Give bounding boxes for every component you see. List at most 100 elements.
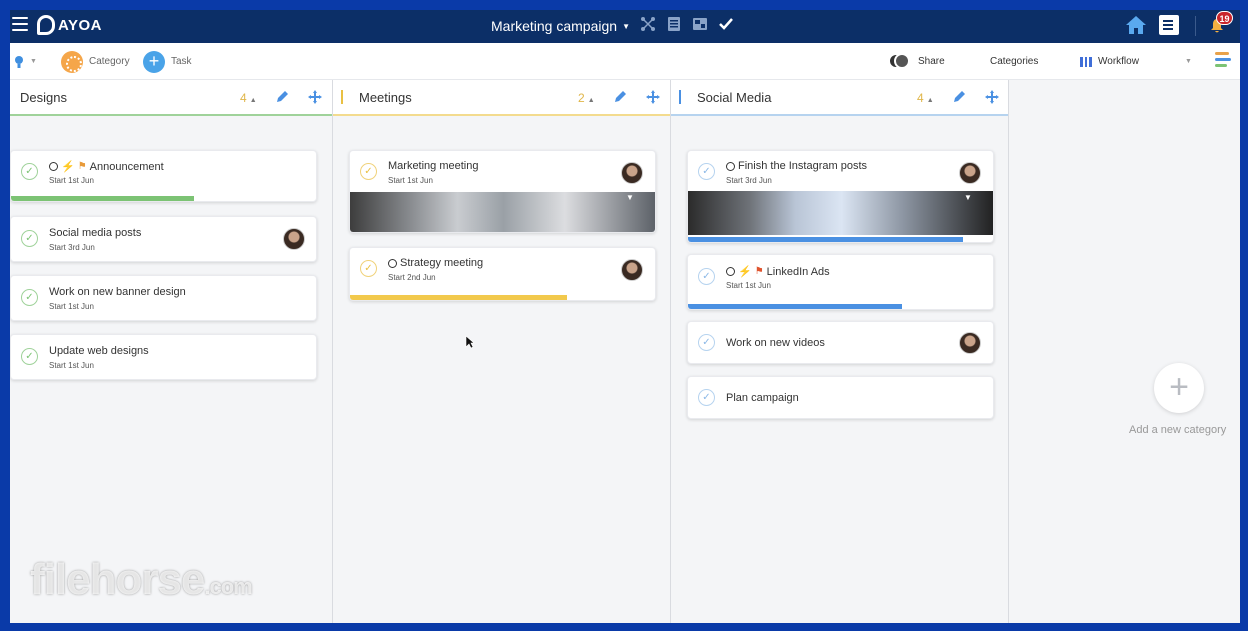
task-cover-image [688, 191, 993, 235]
column-count[interactable]: 4 ▲ [240, 91, 257, 105]
logo[interactable]: AYOA [37, 15, 102, 35]
workflow-label: Workflow [1098, 56, 1139, 67]
task-start-date: Start 1st Jun [388, 176, 433, 185]
column-title[interactable]: Social Media [697, 90, 771, 105]
checkmark-icon[interactable]: ✓ [698, 389, 715, 406]
add-task-button[interactable]: + Task [143, 43, 192, 80]
task-card[interactable]: ✓ Social media posts Start 3rd Jun [10, 216, 317, 262]
add-category-button[interactable]: + [1154, 363, 1204, 413]
divider [1195, 16, 1196, 36]
checklist-icon[interactable] [1159, 15, 1179, 35]
board-title-dropdown[interactable]: Marketing campaign ▼ [491, 18, 630, 34]
toolbar: ▼ Category + Task Share Categories Workf… [10, 43, 1240, 80]
task-card[interactable]: ✓ Work on new banner design Start 1st Ju… [10, 275, 317, 321]
task-title: Strategy meeting [388, 257, 483, 269]
column-title[interactable]: Designs [20, 90, 67, 105]
notification-badge[interactable]: 19 [1216, 11, 1233, 25]
avatar[interactable] [283, 228, 305, 250]
task-start-date: Start 3rd Jun [726, 176, 772, 185]
mindmap-icon[interactable] [640, 16, 656, 32]
canvas-icon[interactable] [692, 16, 708, 32]
checkmark-icon[interactable]: ✓ [21, 230, 38, 247]
task-title: Update web designs [49, 345, 149, 357]
task-progress-bar [350, 295, 567, 300]
add-category-label: Add a new category [1129, 424, 1227, 436]
task-card[interactable]: ✓ Strategy meeting Start 2nd Jun [349, 247, 656, 301]
checkmark-icon[interactable]: ✓ [698, 163, 715, 180]
avatar[interactable] [959, 162, 981, 184]
checkmark-icon[interactable]: ✓ [360, 163, 377, 180]
task-start-date: Start 3rd Jun [49, 243, 95, 252]
task-title: Work on new banner design [49, 286, 186, 298]
task-start-date: Start 1st Jun [49, 361, 94, 370]
repeat-icon [388, 258, 397, 268]
task-start-date: Start 1st Jun [49, 302, 94, 311]
task-title: ⚡ ⚑ LinkedIn Ads [726, 265, 830, 278]
categories-button[interactable]: Categories [990, 43, 1038, 80]
task-progress-bar [688, 304, 902, 309]
logo-icon [37, 15, 55, 35]
avatar[interactable] [959, 332, 981, 354]
share-button[interactable]: Share [888, 43, 945, 80]
column-divider [332, 80, 333, 623]
checkmark-icon[interactable]: ✓ [21, 348, 38, 365]
avatar[interactable] [621, 259, 643, 281]
checkmark-icon[interactable]: ✓ [698, 268, 715, 285]
chevron-down-icon[interactable]: ▼ [626, 193, 634, 202]
column-divider [670, 80, 671, 623]
task-cover-image [350, 192, 655, 232]
column-count[interactable]: 4 ▲ [917, 91, 934, 105]
chevron-down-icon[interactable]: ▼ [964, 193, 972, 202]
bolt-icon: ⚡ [738, 266, 752, 278]
checkmark-icon[interactable]: ✓ [360, 260, 377, 277]
task-card[interactable]: ✓ ⚡ ⚑ Announcement Start 1st Jun [10, 150, 317, 202]
pencil-icon[interactable] [275, 90, 289, 104]
category-label: Category [89, 56, 130, 67]
plus-icon: + [143, 50, 165, 73]
move-icon[interactable] [645, 89, 661, 105]
pencil-icon[interactable] [613, 90, 627, 104]
share-label: Share [918, 56, 945, 67]
task-label: Task [171, 56, 192, 67]
repeat-icon [726, 267, 735, 276]
task-title: Marketing meeting [388, 160, 479, 172]
task-card[interactable]: ✓ Update web designs Start 1st Jun [10, 334, 317, 380]
avatar[interactable] [621, 162, 643, 184]
top-bar: AYOA Marketing campaign ▼ 19 [10, 10, 1240, 43]
task-title: Work on new videos [726, 337, 825, 349]
task-card[interactable]: ✓ Finish the Instagram posts Start 3rd J… [687, 150, 994, 243]
tasks-icon[interactable] [718, 16, 734, 32]
column-count[interactable]: 2 ▲ [578, 91, 595, 105]
add-category-button[interactable]: Category [61, 43, 130, 80]
view-switcher [640, 16, 734, 32]
column-title[interactable]: Meetings [359, 90, 412, 105]
lightbulb-icon [15, 55, 23, 68]
checkmark-icon[interactable]: ✓ [21, 289, 38, 306]
chevron-down-icon: ▼ [1184, 58, 1192, 65]
menu-icon[interactable] [12, 17, 28, 31]
task-progress-bar [11, 196, 194, 201]
task-card[interactable]: ✓ Work on new videos [687, 321, 994, 364]
task-card[interactable]: ✓ Marketing meeting Start 1st Jun ▼ [349, 150, 656, 233]
filter-toggles-icon[interactable] [1215, 52, 1233, 70]
idea-dropdown[interactable]: ▼ [14, 43, 37, 80]
shared-users-avatars [888, 52, 912, 71]
category-icon [61, 50, 83, 73]
task-card[interactable]: ✓ ⚡ ⚑ LinkedIn Ads Start 1st Jun [687, 254, 994, 310]
chevron-down-icon: ▼ [30, 58, 37, 65]
workflow-dropdown[interactable]: Workflow ▼ [1080, 43, 1192, 80]
list-icon[interactable] [666, 16, 682, 32]
home-icon[interactable] [1125, 15, 1147, 35]
workflow-icon [1080, 56, 1093, 67]
checkmark-icon[interactable]: ✓ [698, 334, 715, 351]
move-icon[interactable] [984, 89, 1000, 105]
checkmark-icon[interactable]: ✓ [21, 163, 38, 180]
categories-label: Categories [990, 56, 1039, 67]
column-underline [10, 114, 332, 116]
flag-icon: ⚑ [754, 266, 764, 277]
pencil-icon[interactable] [952, 90, 966, 104]
task-card[interactable]: ✓ Plan campaign [687, 376, 994, 419]
logo-text: AYOA [58, 16, 102, 34]
task-start-date: Start 2nd Jun [388, 273, 436, 282]
move-icon[interactable] [307, 89, 323, 105]
